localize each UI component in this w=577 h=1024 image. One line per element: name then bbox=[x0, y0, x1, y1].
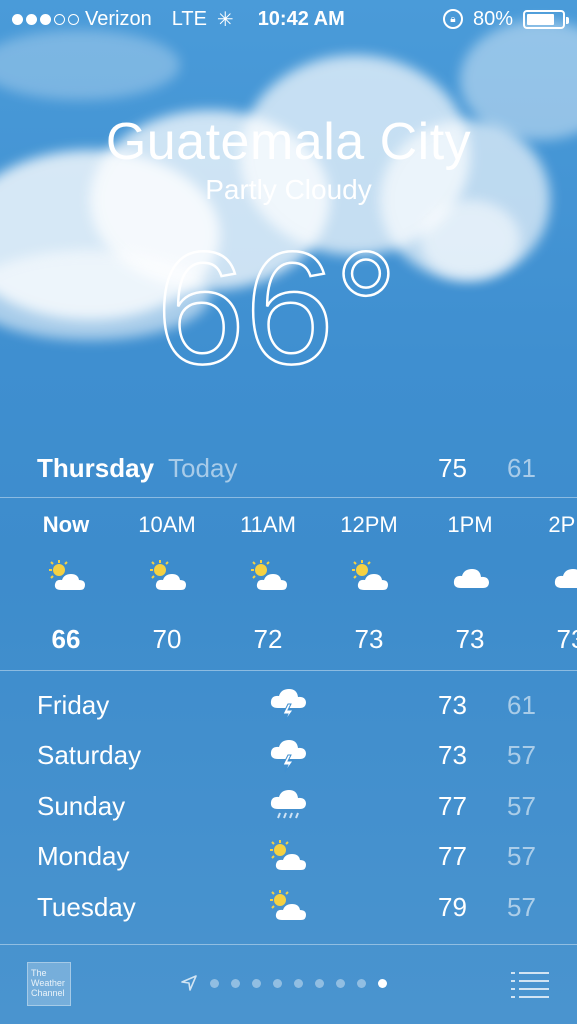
today-summary: Thursday Today 75 61 bbox=[0, 446, 577, 490]
hour-temp: 73 bbox=[354, 624, 384, 654]
daily-row: Tuesday 79 57 bbox=[0, 882, 577, 933]
bottom-toolbar: The Weather Channel bbox=[0, 946, 577, 1024]
network-type: LTE bbox=[171, 7, 207, 30]
partly-cloudy-icon bbox=[145, 558, 191, 594]
daily-row: Monday 77 57 bbox=[0, 832, 577, 883]
city-list-icon[interactable] bbox=[510, 970, 550, 998]
cloudy-icon bbox=[448, 558, 494, 594]
today-day-name: Thursday bbox=[37, 452, 155, 483]
divider bbox=[0, 497, 577, 498]
partly-cloudy-icon bbox=[266, 838, 310, 874]
day-low: 57 bbox=[507, 740, 536, 771]
status-time: 10:42 AM bbox=[257, 7, 345, 30]
day-name: Saturday bbox=[37, 740, 142, 771]
rain-icon bbox=[266, 787, 310, 823]
daily-forecast: Friday 73 61 Saturday 73 57 Sunday 77 57 Monday 77… bbox=[0, 680, 577, 933]
day-high: 77 bbox=[438, 790, 467, 821]
hour-temp: 66 bbox=[51, 624, 81, 654]
partly-cloudy-icon bbox=[347, 558, 393, 594]
day-high: 73 bbox=[438, 740, 467, 771]
page-dot[interactable] bbox=[357, 978, 366, 988]
page-dot[interactable] bbox=[273, 978, 282, 988]
current-condition: Partly Cloudy bbox=[205, 174, 372, 205]
weather-channel-logo[interactable]: The Weather Channel bbox=[27, 962, 71, 1006]
page-dot[interactable] bbox=[231, 978, 240, 988]
day-low: 57 bbox=[507, 891, 536, 922]
page-dot[interactable] bbox=[210, 978, 219, 988]
page-dot[interactable] bbox=[336, 978, 345, 988]
hourly-forecast[interactable]: Now 66 10AM 70 11AM 72 12PM 73 1PM 73 2PM 73 bbox=[0, 500, 577, 670]
current-temperature-glyph: 66° bbox=[159, 228, 399, 378]
battery-percent: 80% bbox=[472, 7, 513, 30]
signal-strength-icon bbox=[12, 13, 79, 25]
page-dot[interactable] bbox=[378, 978, 387, 988]
page-dot[interactable] bbox=[294, 978, 303, 988]
page-dot[interactable] bbox=[315, 978, 324, 988]
hour-time: Now bbox=[42, 512, 90, 537]
location-arrow-icon bbox=[181, 975, 197, 991]
carrier-name: Verizon bbox=[85, 7, 152, 30]
hour-time: 2PM bbox=[548, 512, 577, 537]
day-low: 57 bbox=[507, 841, 536, 872]
activity-spinner-icon: ✳ bbox=[216, 8, 234, 31]
day-high: 77 bbox=[438, 841, 467, 872]
partly-cloudy-icon bbox=[266, 888, 310, 924]
hour-time: 11AM bbox=[240, 512, 296, 537]
day-high: 79 bbox=[438, 891, 467, 922]
page-dot[interactable] bbox=[252, 978, 261, 988]
day-low: 61 bbox=[507, 689, 536, 720]
hour-time: 1PM bbox=[447, 512, 493, 537]
divider bbox=[0, 670, 577, 671]
hour-temp: 72 bbox=[253, 624, 283, 654]
current-temperature-text: 66° bbox=[159, 228, 398, 378]
day-name: Tuesday bbox=[37, 891, 136, 922]
city-name: Guatemala City bbox=[105, 113, 472, 171]
page-indicator[interactable] bbox=[180, 974, 387, 992]
divider bbox=[0, 944, 577, 945]
current-temperature: 66° bbox=[0, 228, 577, 378]
battery-icon bbox=[523, 9, 569, 29]
hour-temp: 73 bbox=[455, 624, 485, 654]
today-label: Today bbox=[168, 452, 238, 483]
day-name: Sunday bbox=[37, 790, 126, 821]
day-name: Monday bbox=[37, 841, 130, 872]
daily-row: Saturday 73 57 bbox=[0, 731, 577, 782]
thunderstorm-icon bbox=[266, 737, 310, 773]
partly-cloudy-icon bbox=[44, 558, 90, 594]
daily-row: Sunday 77 57 bbox=[0, 781, 577, 832]
day-low: 57 bbox=[507, 790, 536, 821]
thunderstorm-icon bbox=[266, 686, 310, 722]
hour-time: 10AM bbox=[138, 512, 196, 537]
daily-row: Friday 73 61 bbox=[0, 680, 577, 731]
rotation-lock-icon: 🔒︎ bbox=[442, 9, 463, 29]
day-high: 73 bbox=[438, 689, 467, 720]
hour-temp: 70 bbox=[152, 624, 182, 654]
cloudy-icon bbox=[549, 558, 577, 594]
status-bar: Verizon LTE ✳ 10:42 AM 🔒︎ 80% bbox=[0, 0, 577, 38]
hour-time: 12PM bbox=[340, 512, 398, 537]
day-name: Friday bbox=[37, 689, 110, 720]
today-low: 61 bbox=[507, 452, 536, 483]
hour-temp: 73 bbox=[556, 624, 577, 654]
partly-cloudy-icon bbox=[246, 558, 292, 594]
today-high: 75 bbox=[438, 452, 467, 483]
